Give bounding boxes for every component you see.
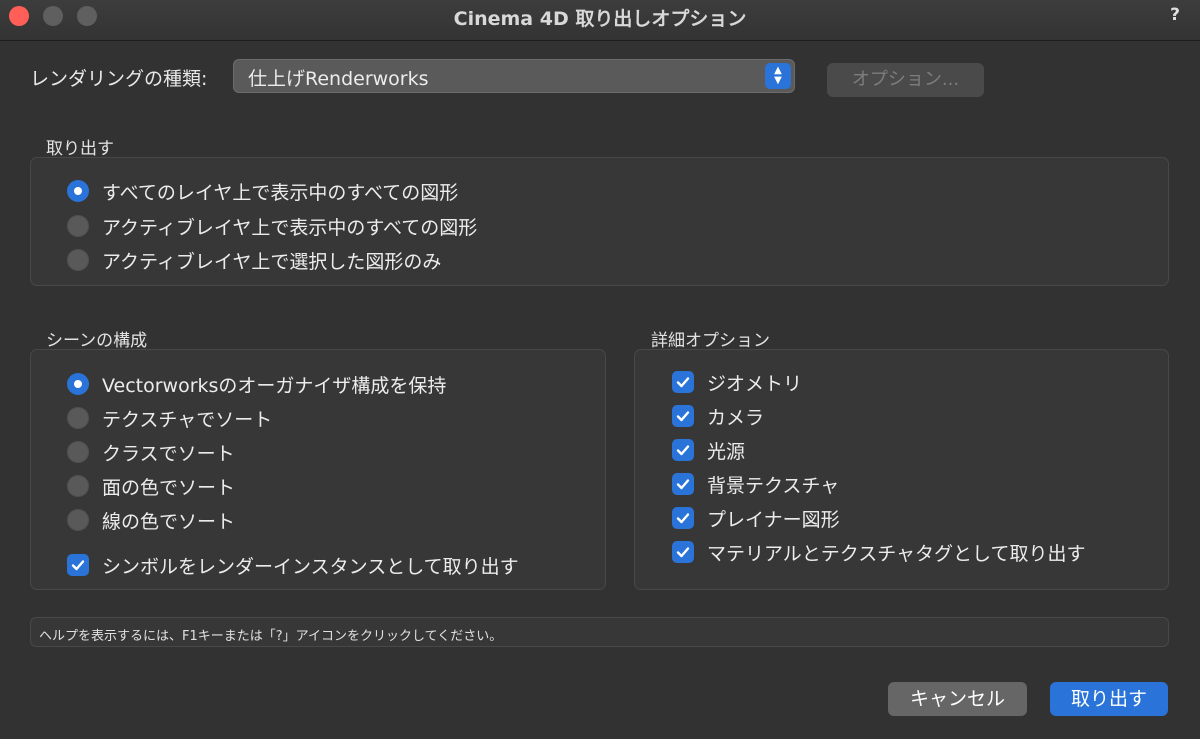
details-camera-checkbox[interactable]: カメラ	[672, 402, 764, 430]
details-background-texture-checkbox[interactable]: 背景テクスチャ	[672, 470, 839, 498]
scene-option-sort-class[interactable]: クラスでソート	[67, 438, 235, 466]
export-option-all-layers[interactable]: すべてのレイヤ上で表示中のすべての図形	[67, 177, 458, 205]
radio-unselected-icon	[67, 249, 89, 271]
scene-option-sort-texture[interactable]: テクスチャでソート	[67, 404, 272, 432]
details-lights-checkbox[interactable]: 光源	[672, 436, 745, 464]
checkbox-label: カメラ	[707, 406, 765, 429]
details-material-texture-tag-checkbox[interactable]: マテリアルとテクスチャタグとして取り出す	[672, 538, 1085, 566]
cancel-button[interactable]: キャンセル	[888, 682, 1027, 716]
option-label: アクティブレイヤ上で選択した図形のみ	[102, 250, 442, 273]
export-group: すべてのレイヤ上で表示中のすべての図形 アクティブレイヤ上で表示中のすべての図形…	[30, 157, 1169, 286]
scene-option-sort-fill-color[interactable]: 面の色でソート	[67, 472, 235, 500]
symbol-instance-checkbox[interactable]: シンボルをレンダーインスタンスとして取り出す	[67, 551, 519, 579]
scene-option-keep-organizer[interactable]: Vectorworksのオーガナイザ構成を保持	[67, 370, 446, 398]
details-planar-objects-checkbox[interactable]: プレイナー図形	[672, 504, 840, 532]
checkbox-checked-icon	[672, 371, 694, 393]
export-section-title: 取り出す	[46, 139, 114, 159]
scene-option-sort-line-color[interactable]: 線の色でソート	[67, 506, 235, 534]
title-bar: Cinema 4D 取り出しオプション ?	[0, 0, 1200, 41]
scene-section-title: シーンの構成	[46, 331, 148, 351]
option-label: アクティブレイヤ上で表示中のすべての図形	[102, 216, 478, 239]
checkbox-checked-icon	[672, 405, 694, 427]
checkbox-label: プレイナー図形	[707, 508, 840, 531]
help-bar: ヘルプを表示するには、F1キーまたは「?」アイコンをクリックしてください。	[30, 617, 1169, 647]
radio-unselected-icon	[67, 509, 89, 531]
render-options-button[interactable]: オプション...	[827, 63, 984, 97]
export-option-selected-only[interactable]: アクティブレイヤ上で選択した図形のみ	[67, 246, 441, 274]
help-text: ヘルプを表示するには、F1キーまたは「?」アイコンをクリックしてください。	[39, 629, 503, 644]
checkbox-label: 背景テクスチャ	[707, 474, 840, 497]
option-label: クラスでソート	[102, 442, 235, 465]
details-geometry-checkbox[interactable]: ジオメトリ	[672, 368, 802, 396]
checkbox-checked-icon	[672, 541, 694, 563]
checkbox-checked-icon	[672, 439, 694, 461]
details-section-title: 詳細オプション	[651, 331, 770, 351]
radio-unselected-icon	[67, 441, 89, 463]
export-button[interactable]: 取り出す	[1050, 682, 1168, 716]
checkbox-label: マテリアルとテクスチャタグとして取り出す	[707, 542, 1086, 565]
option-label: すべてのレイヤ上で表示中のすべての図形	[102, 181, 459, 204]
option-label: 線の色でソート	[102, 510, 236, 533]
checkbox-label: シンボルをレンダーインスタンスとして取り出す	[102, 555, 519, 578]
option-label: 面の色でソート	[102, 476, 236, 499]
render-type-value: 仕上げRenderworks	[248, 68, 429, 90]
scene-group: Vectorworksのオーガナイザ構成を保持 テクスチャでソート クラスでソー…	[30, 349, 606, 590]
checkbox-checked-icon	[672, 507, 694, 529]
option-label: テクスチャでソート	[102, 408, 273, 431]
checkbox-label: ジオメトリ	[707, 372, 803, 395]
details-group: ジオメトリ カメラ 光源 背景テクスチャ プレイナー図形 マテリアルとテクスチャ…	[634, 349, 1169, 590]
export-option-active-layer[interactable]: アクティブレイヤ上で表示中のすべての図形	[67, 212, 477, 240]
render-type-label: レンダリングの種類:	[30, 68, 208, 90]
radio-selected-icon	[67, 373, 89, 395]
radio-unselected-icon	[67, 475, 89, 497]
updown-chevron-icon: ▲ ▼	[765, 63, 791, 89]
checkbox-checked-icon	[672, 473, 694, 495]
help-icon[interactable]: ?	[1170, 5, 1180, 25]
checkbox-checked-icon	[67, 554, 89, 576]
radio-unselected-icon	[67, 215, 89, 237]
radio-selected-icon	[67, 180, 89, 202]
window-title: Cinema 4D 取り出しオプション	[453, 8, 747, 30]
render-type-select[interactable]: 仕上げRenderworks ▲ ▼	[233, 59, 795, 93]
option-label: Vectorworksのオーガナイザ構成を保持	[102, 374, 447, 397]
checkbox-label: 光源	[707, 440, 746, 463]
radio-unselected-icon	[67, 407, 89, 429]
